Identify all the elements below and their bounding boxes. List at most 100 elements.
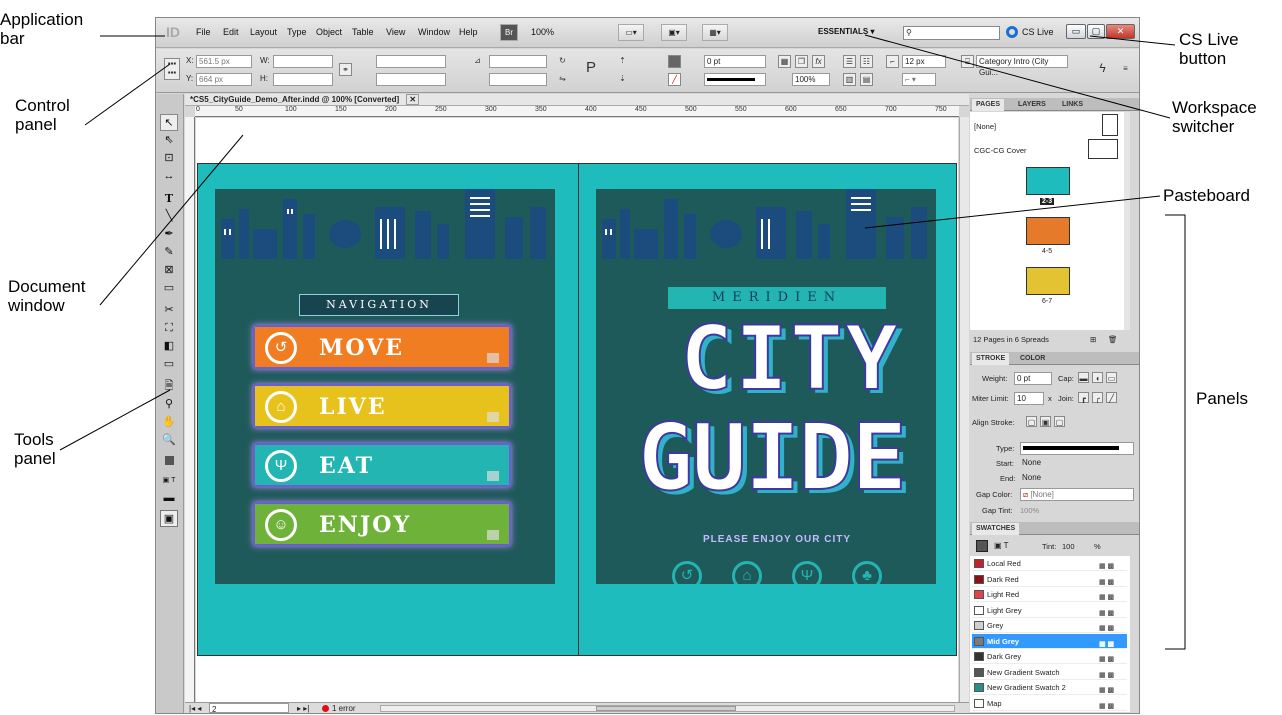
cs-live-button[interactable]: CS Live — [1022, 27, 1054, 37]
menu-help[interactable]: Help — [459, 27, 478, 37]
menu-object[interactable]: Object — [316, 27, 342, 37]
tab-swatches[interactable]: SWATCHES — [972, 523, 1020, 535]
pages-panel-scrollbar[interactable] — [1124, 112, 1130, 330]
document-tab[interactable]: *CS5_CityGuide_Demo_After.indd @ 100% [C… — [185, 94, 969, 106]
effects-fx-icon[interactable]: fx — [812, 55, 825, 68]
arrange-documents-button[interactable]: ▦▾ — [702, 24, 728, 41]
corner-shape-field[interactable]: ⌐ ▾ — [902, 73, 936, 86]
spread-thumb-6-7[interactable] — [1026, 267, 1070, 295]
p-flip-icon[interactable]: P — [581, 59, 601, 79]
swatch-row[interactable]: Dark Red ▦ ▩ — [972, 571, 1127, 587]
rotate-cw-icon[interactable]: ↻ — [556, 55, 569, 68]
swatch-row[interactable]: Grey ▦ ▩ — [972, 618, 1127, 633]
swatch-row[interactable]: New Gradient Swatch ▦ ▩ — [972, 664, 1127, 680]
zoom-tool-icon[interactable]: 🔍 — [160, 432, 178, 449]
reference-point-icon[interactable]: ▪▪▪ ▪▪▪ — [164, 58, 180, 80]
frame-fitting-icon[interactable]: ▥ — [843, 73, 856, 86]
align-outside-stroke-icon[interactable]: ▢ — [1054, 416, 1065, 427]
select-container-icon[interactable]: ⇡ — [616, 55, 629, 68]
gap-tool-icon[interactable]: ↔ — [160, 168, 178, 185]
zoom-level[interactable]: 100% — [531, 27, 554, 37]
menu-edit[interactable]: Edit — [223, 27, 239, 37]
menu-layout[interactable]: Layout — [250, 27, 277, 37]
align-center-stroke-icon[interactable]: ▢ — [1026, 416, 1037, 427]
drop-shadow-icon[interactable]: ❐ — [795, 55, 808, 68]
y-position-field[interactable]: 664 px — [196, 73, 252, 86]
nav-button-enjoy[interactable]: ☺ ENJOY — [253, 502, 511, 546]
preflight-errors[interactable]: 1 error — [332, 703, 356, 713]
gradient-swatch-tool-icon[interactable]: ◧ — [160, 338, 178, 355]
content-fitting-icon[interactable]: ▤ — [860, 73, 873, 86]
swatch-row[interactable]: Light Red ▦ ▩ — [972, 587, 1127, 602]
minimize-button[interactable]: ▭ — [1066, 24, 1086, 39]
rotation-field[interactable] — [489, 55, 547, 68]
page-tool-icon[interactable]: ⊡ — [160, 150, 178, 167]
first-page-icon[interactable]: |◂ ◂ — [189, 703, 201, 713]
start-dropdown[interactable]: None — [1020, 457, 1134, 470]
eat-small-icon[interactable]: Ψ — [792, 561, 822, 584]
flip-horizontal-icon[interactable]: ⇋ — [556, 73, 569, 86]
close-button[interactable]: ✕ — [1106, 24, 1135, 39]
fill-swatch-icon[interactable] — [668, 55, 681, 68]
gap-color-dropdown[interactable]: ⧄ [None] — [1020, 488, 1134, 501]
view-options-button[interactable]: ▭▾ — [618, 24, 644, 41]
right-page[interactable]: MERIDIEN CITY GUIDE PLEASE ENJOY OUR CIT… — [596, 189, 936, 584]
swatch-row[interactable]: Light Grey ▦ ▩ — [972, 602, 1127, 618]
swatch-row[interactable]: New Gradient Swatch 2 ▦ ▩ — [972, 680, 1127, 695]
miter-join-icon[interactable]: ┏ — [1078, 392, 1089, 403]
menu-window[interactable]: Window — [418, 27, 450, 37]
page-number-field[interactable]: 2 — [209, 703, 289, 713]
lightning-icon[interactable]: ϟ — [1096, 62, 1109, 76]
new-page-icon[interactable]: ⊞ — [1090, 334, 1096, 346]
horizontal-scrollbar[interactable] — [380, 705, 955, 712]
swatch-row[interactable]: Map ▦ ▩ — [972, 695, 1127, 711]
x-position-field[interactable]: 561.5 px — [196, 55, 252, 68]
selection-tool-icon[interactable]: ↖ — [160, 114, 178, 131]
hand-tool-icon[interactable]: ✋ — [160, 414, 178, 431]
vertical-scrollbar[interactable] — [959, 117, 969, 702]
master-none[interactable]: [None] — [974, 122, 996, 131]
stroke-type-field[interactable] — [704, 73, 766, 86]
screen-mode-normal-icon[interactable]: ▣ — [160, 510, 178, 527]
type-tool-icon[interactable]: T — [160, 190, 178, 207]
help-search-input[interactable]: ⚲ — [903, 26, 1000, 40]
align-inside-stroke-icon[interactable]: ▣ — [1040, 416, 1051, 427]
document-spread[interactable]: NAVIGATION ↺ MOVE ⌂ LIVE Ψ EAT ☺ ENJOY M… — [197, 163, 957, 656]
spread-thumb-4-5[interactable] — [1026, 217, 1070, 245]
butt-cap-icon[interactable]: ▬ — [1078, 372, 1089, 383]
stroke-weight-field[interactable]: 0 pt — [704, 55, 766, 68]
opacity-field[interactable]: 100% — [792, 73, 830, 86]
align-center-icon[interactable]: ☷ — [860, 55, 873, 68]
menu-table[interactable]: Table — [352, 27, 374, 37]
line-tool-icon[interactable]: ╲ — [160, 208, 178, 225]
enjoy-small-icon[interactable]: ♣ — [852, 561, 882, 584]
apply-color-icon[interactable]: ▬ — [160, 490, 178, 507]
swatch-row[interactable]: Mid Grey ▦ ▩ — [972, 633, 1127, 649]
free-transform-tool-icon[interactable]: ⛶ — [160, 320, 178, 337]
scroll-thumb[interactable] — [596, 706, 736, 711]
menu-file[interactable]: File — [196, 27, 211, 37]
menu-type[interactable]: Type — [287, 27, 307, 37]
formatting-affects-container-icon[interactable]: ▣ T — [160, 472, 178, 489]
spread-thumb-2-3[interactable] — [1026, 167, 1070, 195]
eyedropper-tool-icon[interactable]: ⚲ — [160, 396, 178, 413]
nav-button-live[interactable]: ⌂ LIVE — [253, 384, 511, 428]
width-field[interactable] — [273, 55, 333, 68]
square-cap-icon[interactable]: ▭ — [1106, 372, 1117, 383]
nav-button-eat[interactable]: Ψ EAT — [253, 443, 511, 487]
swatch-row[interactable]: Dark Grey ▦ ▩ — [972, 649, 1127, 664]
weight-field[interactable]: 0 pt — [1014, 372, 1052, 385]
font-size-field[interactable]: 12 px — [902, 55, 946, 68]
constrain-proportions-icon[interactable]: ⚭ — [339, 63, 352, 76]
align-left-icon[interactable]: ☰ — [843, 55, 856, 68]
menu-view[interactable]: View — [386, 27, 405, 37]
tint-value[interactable]: 100 — [1062, 542, 1075, 551]
stroke-type-dropdown[interactable] — [1020, 442, 1134, 455]
corner-options-icon[interactable]: ⌐ — [886, 55, 899, 68]
miter-limit-field[interactable]: 10 — [1014, 392, 1044, 405]
close-tab-icon[interactable]: ✕ — [406, 94, 420, 105]
round-join-icon[interactable]: ╭ — [1092, 392, 1103, 403]
object-style-dropdown[interactable]: Category Intro (City Gui... — [976, 55, 1068, 77]
delete-page-icon[interactable]: 🗑 — [1108, 334, 1118, 346]
rectangle-tool-icon[interactable]: ▭ — [160, 280, 178, 297]
